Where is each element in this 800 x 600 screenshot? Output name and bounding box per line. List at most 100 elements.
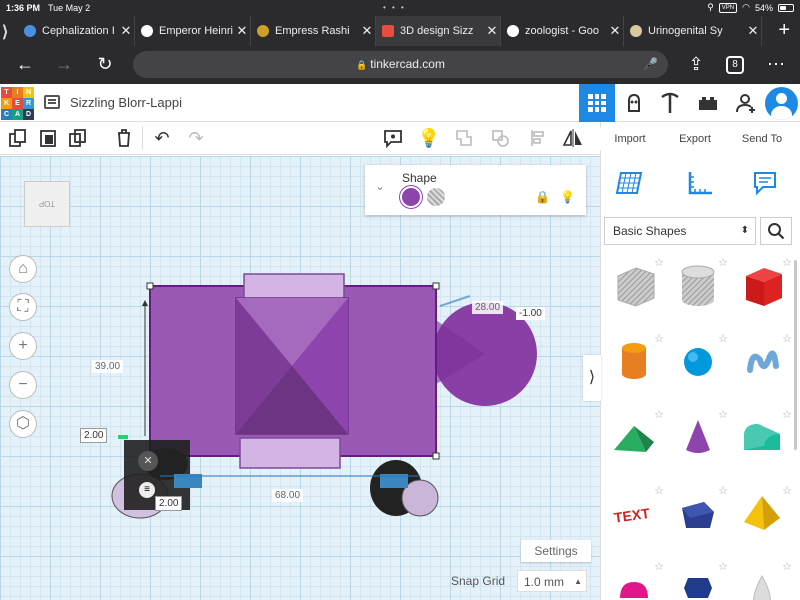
fit-view-icon[interactable]: ⛶: [9, 293, 37, 321]
chevron-down-icon[interactable]: ⌄: [375, 179, 385, 193]
ungroup-icon[interactable]: [488, 126, 512, 150]
shape-round-roof[interactable]: ☆: [734, 406, 796, 474]
close-tab-icon[interactable]: ✕: [234, 23, 250, 39]
shape-roof[interactable]: ☆: [606, 406, 668, 474]
group-icon[interactable]: [452, 126, 476, 150]
favorite-star-icon[interactable]: ☆: [782, 484, 792, 497]
scene-canvas[interactable]: [0, 156, 600, 600]
add-user-button[interactable]: [728, 84, 764, 122]
close-tab-icon[interactable]: ✕: [359, 23, 375, 39]
export-button[interactable]: Export: [665, 127, 725, 151]
share-icon[interactable]: ⇪: [684, 52, 708, 76]
favorite-star-icon[interactable]: ☆: [718, 560, 728, 573]
browser-tab[interactable]: Emperor Heinri ✕: [135, 16, 251, 46]
menu-handle-icon[interactable]: ≡: [138, 481, 156, 499]
show-all-icon[interactable]: 💡: [417, 126, 441, 150]
close-tab-icon[interactable]: ✕: [118, 23, 134, 39]
shape-cone[interactable]: ☆: [670, 406, 732, 474]
perspective-icon[interactable]: ⬡: [9, 410, 37, 438]
back-icon[interactable]: ←: [13, 52, 37, 76]
minecraft-button[interactable]: [652, 84, 688, 122]
favorite-star-icon[interactable]: ☆: [718, 256, 728, 269]
height-dimension-label[interactable]: 39.00: [92, 360, 124, 373]
favorite-star-icon[interactable]: ☆: [718, 484, 728, 497]
paste-icon[interactable]: [36, 126, 60, 150]
small-dimension-label[interactable]: 2.00: [155, 496, 183, 511]
snap-grid-select[interactable]: 1.0 mm ▲: [517, 570, 587, 592]
redo-icon[interactable]: ↷: [184, 126, 208, 150]
favorite-star-icon[interactable]: ☆: [718, 408, 728, 421]
shape-box-hole[interactable]: ☆: [606, 254, 668, 322]
mirror-icon[interactable]: [561, 126, 585, 150]
shape-text[interactable]: ☆ TEXT: [606, 482, 668, 550]
workplane[interactable]: 39.00 28.00 -1.00 68.00 2.00 2.00 ✕ ≡: [0, 156, 600, 600]
search-button[interactable]: [760, 217, 792, 245]
reload-icon[interactable]: ↻: [93, 52, 117, 76]
library-scrollbar[interactable]: [794, 260, 797, 450]
shape-hexagonal-prism[interactable]: ☆: [670, 558, 732, 600]
zoom-in-icon[interactable]: +: [9, 332, 37, 360]
favorite-star-icon[interactable]: ☆: [654, 256, 664, 269]
lock-icon[interactable]: 🔒: [535, 190, 550, 204]
length-dimension-label[interactable]: 68.00: [272, 489, 304, 502]
favorite-star-icon[interactable]: ☆: [782, 560, 792, 573]
duplicate-icon[interactable]: [66, 126, 90, 150]
small-dimension-label[interactable]: 2.00: [80, 428, 108, 443]
solid-color-button[interactable]: [402, 188, 420, 206]
width-dimension-label[interactable]: 28.00: [472, 301, 504, 314]
shape-sphere[interactable]: ☆: [670, 330, 732, 398]
favorite-star-icon[interactable]: ☆: [782, 408, 792, 421]
3d-view-button[interactable]: [579, 84, 615, 122]
shape-box[interactable]: ☆: [734, 254, 796, 322]
favorite-star-icon[interactable]: ☆: [654, 484, 664, 497]
microphone-icon[interactable]: 🎤: [643, 51, 658, 78]
close-tab-icon[interactable]: ✕: [607, 23, 623, 39]
shape-scribble[interactable]: ☆: [734, 330, 796, 398]
hide-bulb-icon[interactable]: 💡: [560, 190, 575, 204]
favorite-star-icon[interactable]: ☆: [782, 332, 792, 345]
ruler-tool-button[interactable]: [680, 163, 720, 203]
more-options-icon[interactable]: ⋯: [764, 52, 788, 76]
favorite-star-icon[interactable]: ☆: [654, 408, 664, 421]
align-icon[interactable]: [526, 126, 550, 150]
elevation-dimension-label[interactable]: -1.00: [516, 307, 545, 320]
shape-half-sphere[interactable]: ☆: [606, 558, 668, 600]
new-tab-icon[interactable]: +: [778, 19, 790, 41]
close-tab-icon[interactable]: ✕: [745, 23, 761, 39]
browser-tab[interactable]: Empress Rashi ✕: [251, 16, 376, 46]
notes-icon[interactable]: [381, 126, 405, 150]
shape-cylinder-hole[interactable]: ☆: [670, 254, 732, 322]
shape-category-select[interactable]: Basic Shapes ⬍: [604, 217, 756, 245]
favorite-star-icon[interactable]: ☆: [654, 560, 664, 573]
zoom-out-icon[interactable]: −: [9, 371, 37, 399]
hole-button[interactable]: [427, 188, 445, 206]
browser-tab[interactable]: Cephalization I ✕: [18, 16, 135, 46]
tinkercad-logo[interactable]: T I N K E R C A D: [1, 87, 34, 120]
import-button[interactable]: Import: [600, 127, 660, 151]
delete-icon[interactable]: [112, 126, 136, 150]
view-cube[interactable]: TOP: [24, 181, 70, 227]
address-bar[interactable]: 🔒 tinkercad.com 🎤: [133, 51, 668, 78]
browser-tab-active[interactable]: 3D design Sizz ✕: [376, 16, 501, 46]
send-to-button[interactable]: Send To: [730, 127, 794, 151]
shape-pyramid[interactable]: ☆: [734, 482, 796, 550]
avatar[interactable]: [765, 87, 798, 120]
bricks-button[interactable]: [690, 84, 726, 122]
browser-tab[interactable]: Urinogenital Sy ✕: [624, 16, 762, 46]
tab-count-button[interactable]: 8: [726, 56, 744, 74]
notes-tool-button[interactable]: [745, 163, 785, 203]
favorite-star-icon[interactable]: ☆: [654, 332, 664, 345]
settings-button[interactable]: Settings: [521, 540, 591, 562]
codeblocks-button[interactable]: [616, 84, 652, 122]
home-view-icon[interactable]: ⌂: [9, 255, 37, 283]
browser-tab[interactable]: zoologist - Goo ✕: [501, 16, 624, 46]
copy-icon[interactable]: [6, 126, 30, 150]
design-name[interactable]: Sizzling Blorr-Lappi: [70, 95, 182, 110]
collapse-panel-icon[interactable]: ⟩: [583, 355, 601, 401]
shape-polygon[interactable]: ☆: [670, 482, 732, 550]
forward-icon[interactable]: →: [52, 52, 76, 76]
shape-paraboloid[interactable]: ☆: [734, 558, 796, 600]
favorite-star-icon[interactable]: ☆: [782, 256, 792, 269]
favorite-star-icon[interactable]: ☆: [718, 332, 728, 345]
close-tab-icon[interactable]: ✕: [484, 23, 500, 39]
